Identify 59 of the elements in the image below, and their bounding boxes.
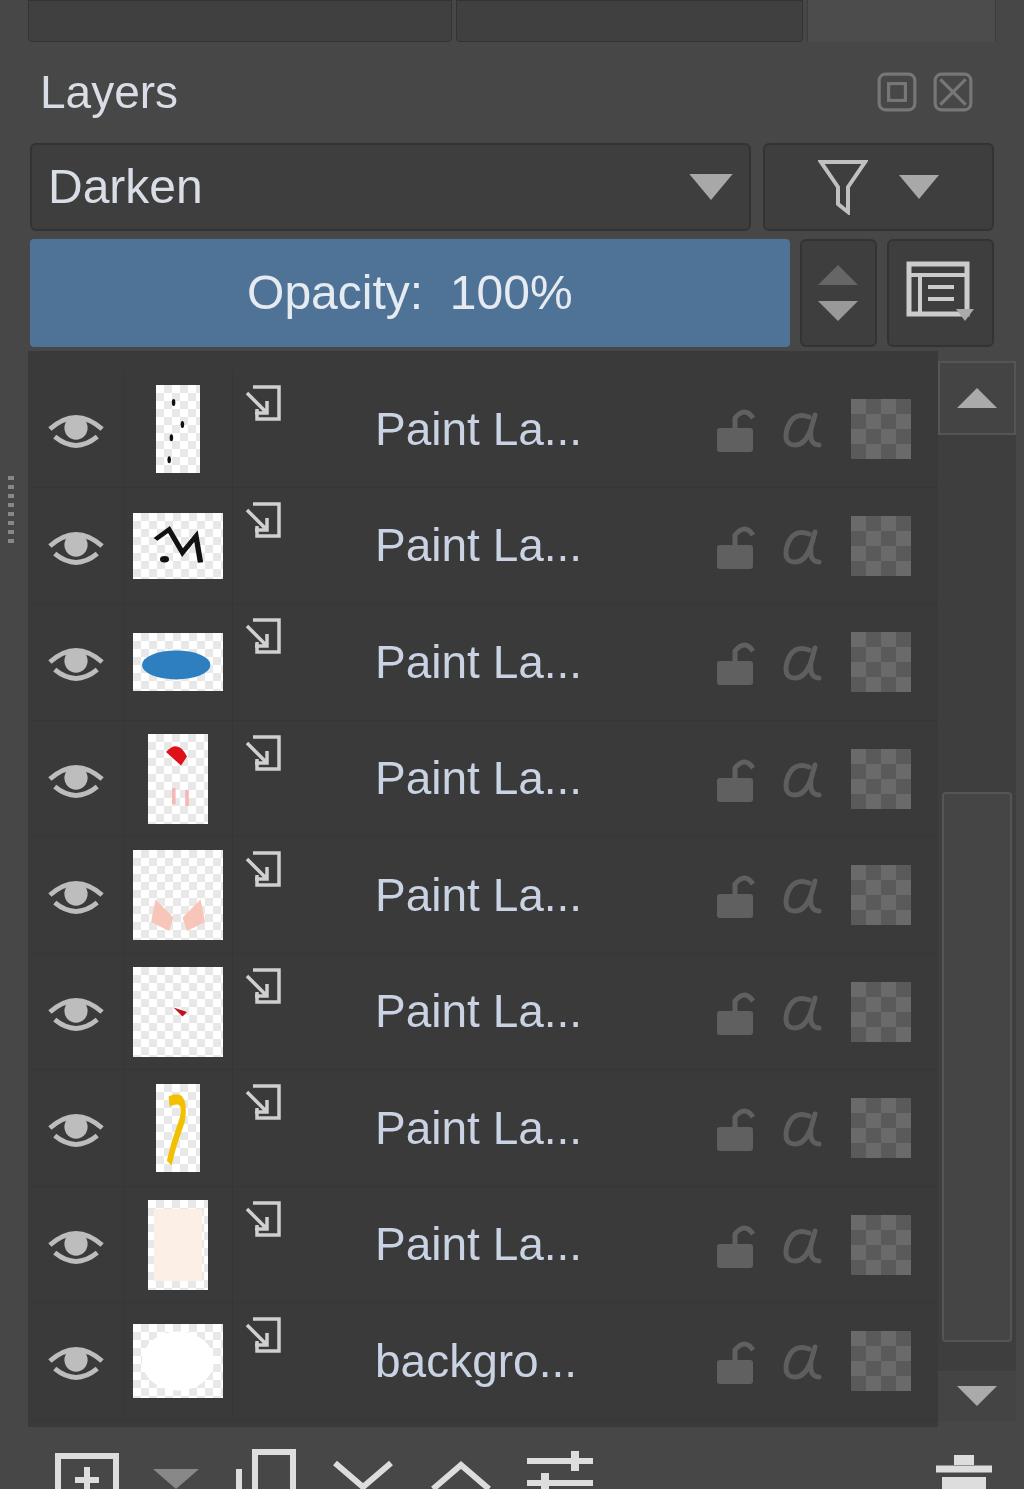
layer-row[interactable]: Paint La... (28, 953, 938, 1071)
caret-icon[interactable] (153, 1469, 199, 1489)
add-layer-icon[interactable] (55, 1453, 119, 1489)
checker-icon[interactable] (851, 515, 911, 576)
scrollbar[interactable] (938, 361, 1016, 1422)
down-arrow-icon (956, 1386, 998, 1407)
checker-icon[interactable] (851, 399, 911, 460)
inherit-alpha-icon[interactable] (243, 1082, 283, 1123)
layer-name: Paint La... (375, 634, 584, 690)
docker-title: Layers (40, 64, 179, 120)
layer-name: Paint La... (375, 518, 584, 574)
down-chevron-icon[interactable] (331, 1459, 395, 1489)
checker-icon[interactable] (851, 632, 911, 693)
layer-name: Paint La... (375, 984, 584, 1040)
layer-row[interactable]: Paint La... (28, 837, 938, 954)
layer-row[interactable]: backgro... (28, 1303, 938, 1420)
duplicate-icon[interactable] (233, 1449, 297, 1489)
layer-row[interactable]: Paint La... (28, 371, 938, 488)
caret-icon (897, 174, 940, 199)
close-icon[interactable] (932, 71, 974, 114)
spin-buttons[interactable] (799, 238, 878, 347)
layer-name: Paint La... (375, 1217, 584, 1273)
inherit-alpha-icon[interactable] (243, 965, 283, 1006)
inherit-alpha-icon[interactable] (243, 1315, 283, 1356)
inherit-alpha-icon[interactable] (243, 383, 283, 424)
layer-name: Paint La... (375, 401, 584, 457)
blend-mode-dropdown[interactable]: Darken (30, 142, 752, 231)
inherit-alpha-icon[interactable] (243, 616, 283, 657)
checker-icon[interactable] (851, 1214, 911, 1275)
caret-icon (689, 173, 734, 200)
checker-icon[interactable] (851, 865, 911, 926)
opacity-slider[interactable]: Opacity: 100% (30, 238, 790, 347)
layer-name: Paint La... (375, 867, 584, 923)
checker-icon[interactable] (851, 981, 911, 1042)
layer-row[interactable]: Paint La... (28, 1070, 938, 1187)
filter-button[interactable] (763, 142, 994, 231)
layer-row[interactable]: Paint La... (28, 487, 938, 605)
up-arrow-icon (956, 388, 998, 409)
inherit-alpha-icon[interactable] (243, 849, 283, 890)
layer-row[interactable]: Paint La... (28, 604, 938, 721)
layer-name: backgro... (375, 1333, 578, 1389)
up-chevron-icon[interactable] (429, 1459, 493, 1489)
inherit-alpha-icon[interactable] (243, 732, 283, 773)
layer-row[interactable]: Paint La... (28, 720, 938, 838)
float-icon[interactable] (876, 71, 918, 114)
layer-name: Paint La... (375, 751, 584, 807)
inherit-alpha-icon[interactable] (243, 1198, 283, 1239)
layer-row[interactable]: Paint La... (28, 1186, 938, 1304)
funnel-icon (817, 158, 868, 215)
checker-icon[interactable] (851, 1331, 911, 1392)
checker-icon[interactable] (851, 1098, 911, 1159)
properties-icon[interactable] (527, 1449, 593, 1489)
inherit-alpha-icon[interactable] (243, 499, 283, 540)
up-arrow-icon (818, 264, 859, 285)
down-arrow-icon (818, 300, 859, 321)
view-options-button[interactable] (887, 238, 994, 347)
scroll-up-button[interactable] (938, 361, 1016, 436)
layer-name: Paint La... (375, 1100, 584, 1156)
checker-icon[interactable] (851, 748, 911, 809)
